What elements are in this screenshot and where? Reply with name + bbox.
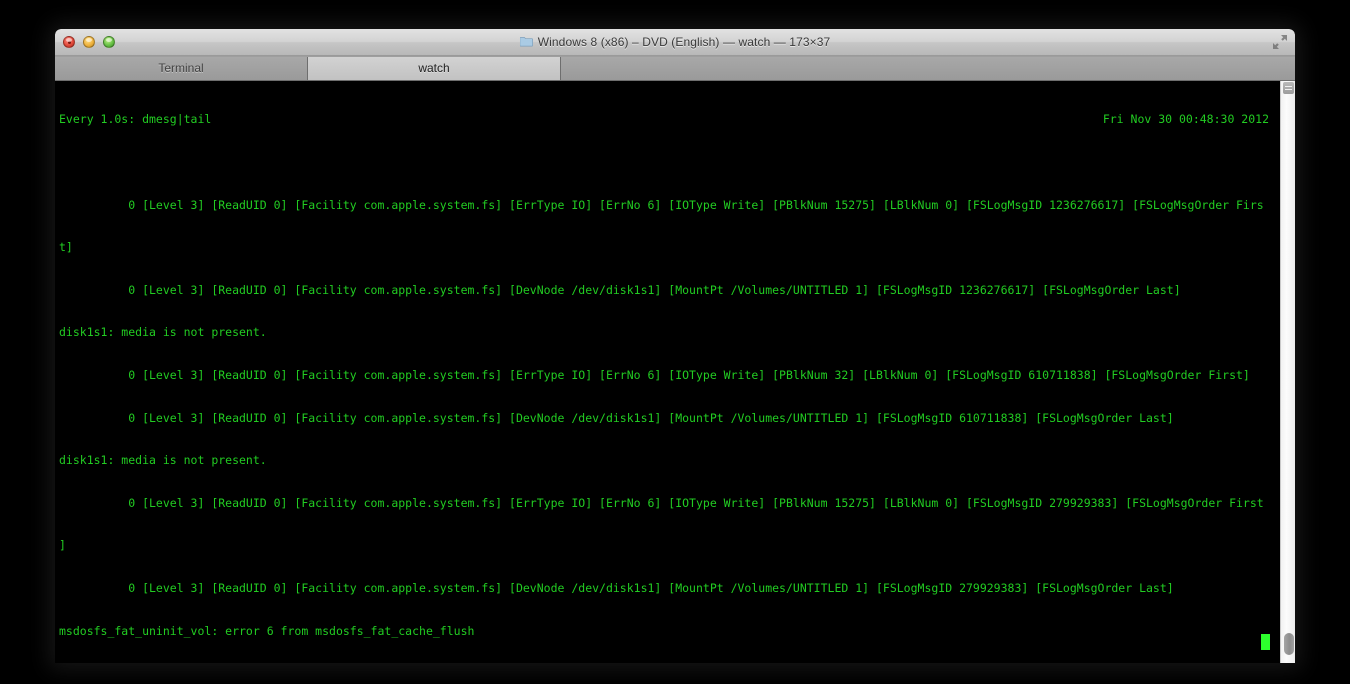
tab-terminal-label: Terminal <box>158 61 204 75</box>
watch-timestamp: Fri Nov 30 00:48:30 2012 <box>1102 112 1269 127</box>
close-button[interactable] <box>63 36 75 48</box>
minimize-button[interactable] <box>83 36 95 48</box>
terminal-cursor <box>1261 634 1270 650</box>
window-titlebar[interactable]: Windows 8 (x86) – DVD (English) — watch … <box>55 29 1295 56</box>
window-title-wrap: Windows 8 (x86) – DVD (English) — watch … <box>55 35 1295 49</box>
watch-header-line: Every 1.0s: dmesg|tail Fri Nov 30 00:48:… <box>59 112 1277 126</box>
terminal-scrollbar[interactable] <box>1280 81 1295 663</box>
log-line: msdosfs_fat_uninit_vol: error 6 from msd… <box>59 623 475 638</box>
watch-command: Every 1.0s: dmesg|tail <box>59 112 212 127</box>
log-line: 0 [Level 3] [ReadUID 0] [Facility com.ap… <box>59 580 1174 595</box>
terminal-output-area[interactable]: Every 1.0s: dmesg|tail Fri Nov 30 00:48:… <box>55 81 1295 663</box>
terminal-window: Windows 8 (x86) – DVD (English) — watch … <box>55 29 1295 663</box>
log-line: disk1s1: media is not present. <box>59 325 267 340</box>
resize-grip[interactable] <box>1281 649 1295 663</box>
log-line: 0 [Level 3] [ReadUID 0] [Facility com.ap… <box>59 282 1181 297</box>
scrollbar-up-button[interactable] <box>1283 82 1294 94</box>
window-title: Windows 8 (x86) – DVD (English) — watch … <box>55 35 1295 49</box>
log-line: ] <box>59 538 66 553</box>
tab-watch[interactable]: watch <box>308 57 561 80</box>
tab-bar-filler <box>561 57 1295 80</box>
tab-watch-label: watch <box>418 61 450 75</box>
log-line: 0 [Level 3] [ReadUID 0] [Facility com.ap… <box>59 495 1264 510</box>
terminal-text: Every 1.0s: dmesg|tail Fri Nov 30 00:48:… <box>55 81 1277 663</box>
window-title-text: Windows 8 (x86) – DVD (English) — watch … <box>537 35 831 49</box>
window-controls <box>63 36 115 48</box>
log-line: disk1s1: media is not present. <box>59 453 267 468</box>
log-line: 0 [Level 3] [ReadUID 0] [Facility com.ap… <box>59 197 1264 212</box>
log-line: t] <box>59 240 73 255</box>
desktop-background: Windows 8 (x86) – DVD (English) — watch … <box>0 0 1350 684</box>
tab-terminal[interactable]: Terminal <box>55 57 308 80</box>
zoom-button[interactable] <box>103 36 115 48</box>
log-line: 0 [Level 3] [ReadUID 0] [Facility com.ap… <box>59 410 1174 425</box>
folder-icon <box>519 37 533 47</box>
log-line: 0 [Level 3] [ReadUID 0] [Facility com.ap… <box>59 367 1250 382</box>
fullscreen-arrows-icon[interactable] <box>1271 33 1289 51</box>
tab-bar: Terminal watch <box>55 56 1295 81</box>
